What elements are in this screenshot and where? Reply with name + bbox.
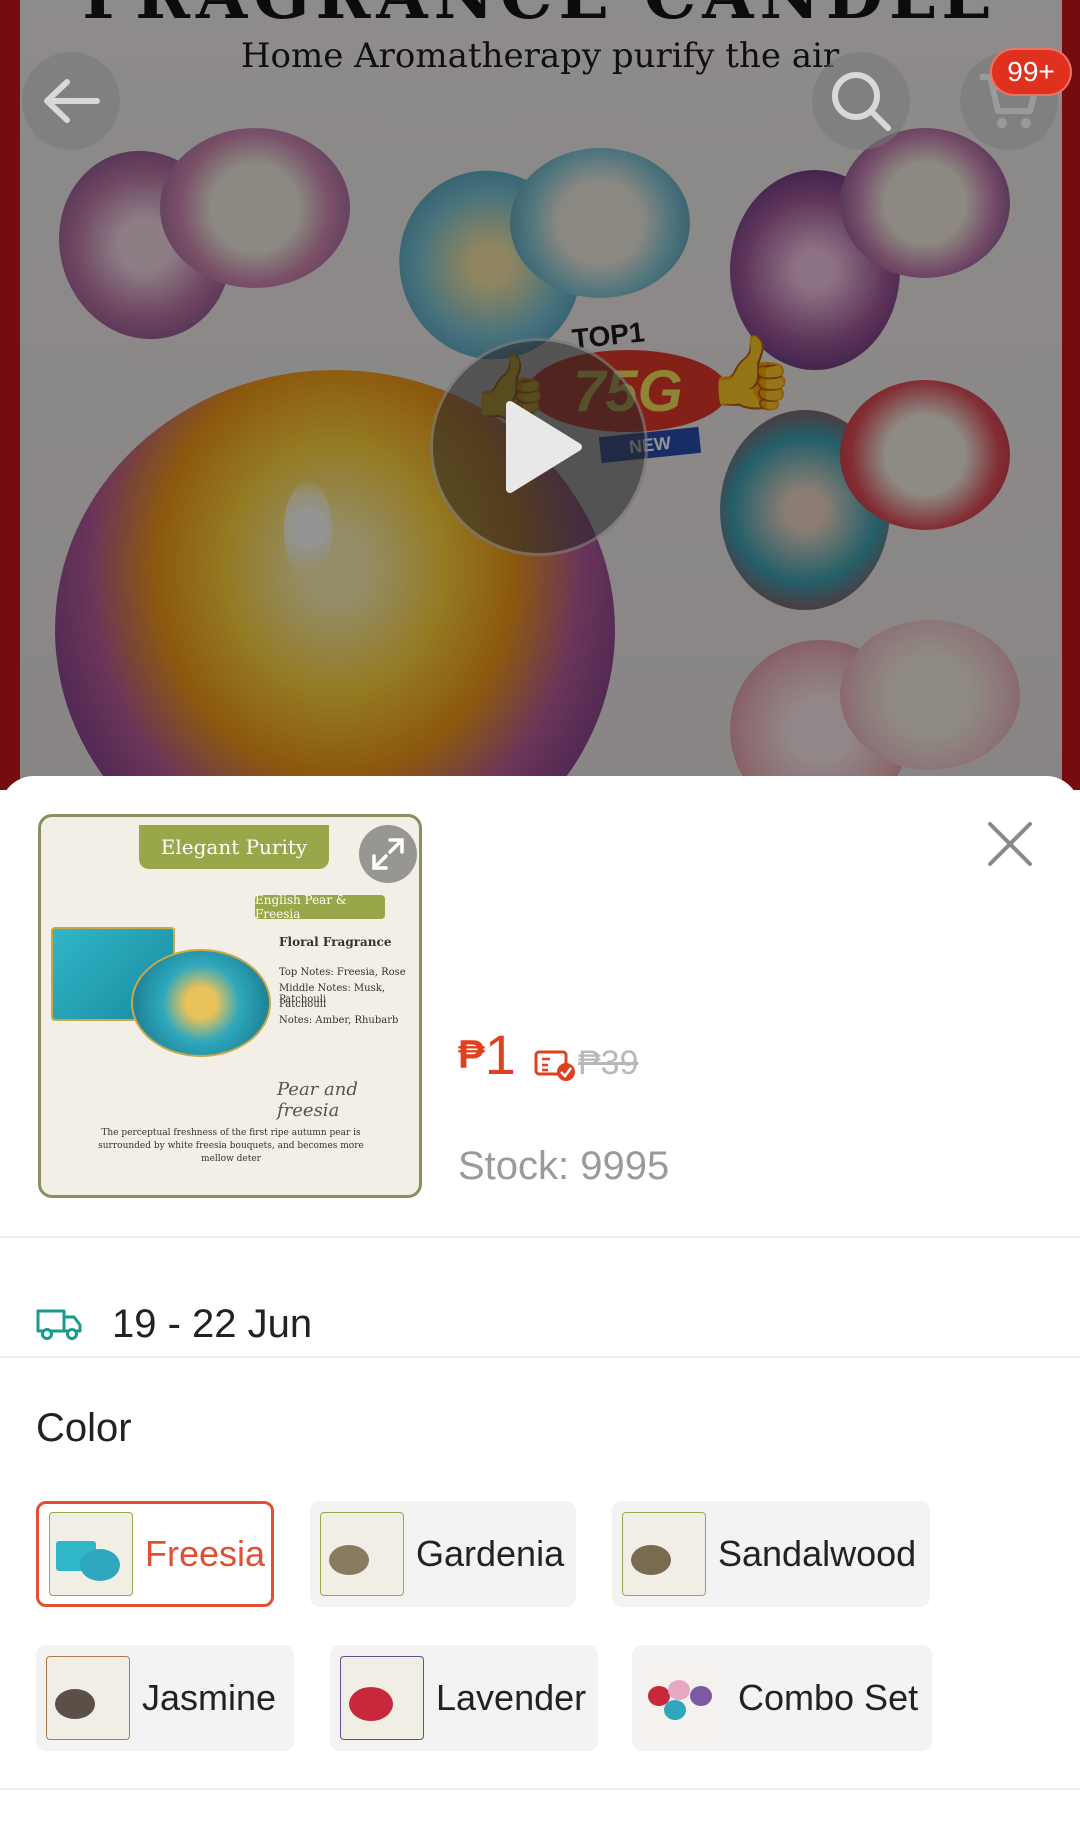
current-price: ₱1 [458,1022,516,1087]
variant-label: Freesia [145,1533,266,1574]
variant-thumbnail [340,1656,424,1740]
play-video-button[interactable] [430,338,648,556]
color-section-title: Color [36,1406,132,1450]
variant-thumbnail [46,1656,130,1740]
delivery-date: 19 - 22 Jun [112,1301,313,1346]
voucher-icon [534,1050,575,1081]
thumb-header: Elegant Purity [139,825,329,869]
variant-label: Combo Set [738,1677,919,1718]
search-button[interactable] [812,52,910,150]
cart-count-badge: 99+ [990,48,1072,96]
back-arrow-icon [44,79,100,123]
variant-chip-combo-set[interactable]: Combo Set [632,1645,932,1751]
thumb-category: Floral Fragrance [279,935,392,949]
selected-variant-thumbnail[interactable]: Elegant Purity English Pear & Freesia Fl… [38,814,422,1198]
variant-chip-jasmine[interactable]: Jasmine [36,1645,294,1751]
variant-label: Lavender [436,1677,587,1718]
search-icon [832,72,891,131]
price-currency: ₱ [458,1033,485,1077]
divider [0,1236,1080,1238]
thumb-note: Notes: Amber, Rhubarb [279,1015,399,1026]
back-button[interactable] [22,52,120,150]
truck-icon [36,1309,82,1340]
thumb-note: Top Notes: Freesia, Rose [279,967,406,978]
variant-chip-gardenia[interactable]: Gardenia [310,1501,576,1607]
variant-chip-freesia[interactable]: Freesia [36,1501,274,1607]
variant-thumbnail [642,1656,726,1740]
variant-chip-lavender[interactable]: Lavender [330,1645,598,1751]
product-media-hero[interactable]: FRAGRANCE CANDLE Home Aromatherapy purif… [0,0,1080,790]
variant-chip-sandalwood[interactable]: Sandalwood [612,1501,930,1607]
stock-count: Stock: 9995 [458,1144,670,1188]
variant-label: Sandalwood [718,1533,917,1574]
divider [0,1788,1080,1790]
divider [0,1356,1080,1358]
thumb-note: Patchouli [279,999,327,1010]
variant-thumbnail [320,1512,404,1596]
original-price: ₱39 [578,1044,639,1082]
thumb-description: The perceptual freshness of the first ri… [98,1128,364,1164]
thumb-script: Pear and freesia [277,1079,358,1121]
expand-image-button[interactable] [359,825,417,883]
variant-label: Jasmine [142,1677,277,1718]
variant-thumbnail [622,1512,706,1596]
thumb-tin-image [131,949,271,1057]
thumb-variant-tag: English Pear & Freesia [255,893,385,921]
play-icon [506,401,582,493]
close-icon[interactable] [982,816,1038,872]
price-value: 1 [484,1023,516,1086]
variant-thumbnail [49,1512,133,1596]
expand-icon [372,838,404,870]
variant-label: Gardenia [416,1533,565,1574]
variant-selector-sheet: Elegant Purity English Pear & Freesia Fl… [0,776,1080,1826]
delivery-estimate: 19 - 22 Jun [36,1274,312,1374]
